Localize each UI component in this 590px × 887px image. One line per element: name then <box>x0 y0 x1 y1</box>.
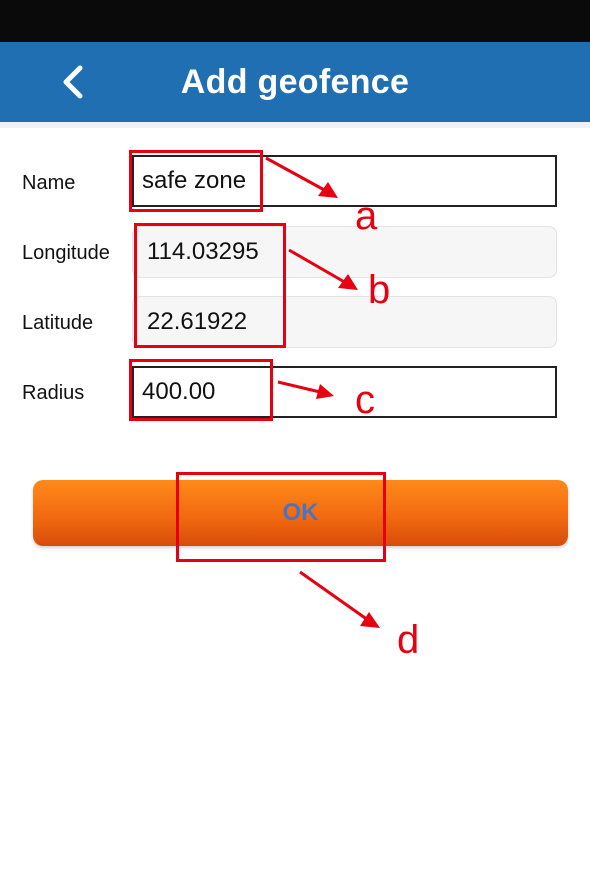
arrow-c-head <box>316 384 334 399</box>
marker-d: d <box>397 618 420 662</box>
arrow-d <box>299 570 369 622</box>
arrow-b <box>288 248 349 286</box>
arrow-d-head <box>360 612 380 628</box>
marker-b: b <box>368 268 391 312</box>
marker-a: a <box>355 194 378 238</box>
arrow-a <box>265 156 329 194</box>
arrow-b-head <box>338 274 358 290</box>
arrow-c <box>277 380 321 394</box>
annotation-arrows <box>265 156 380 628</box>
arrow-a-head <box>318 182 338 198</box>
marker-c: c <box>355 378 375 422</box>
